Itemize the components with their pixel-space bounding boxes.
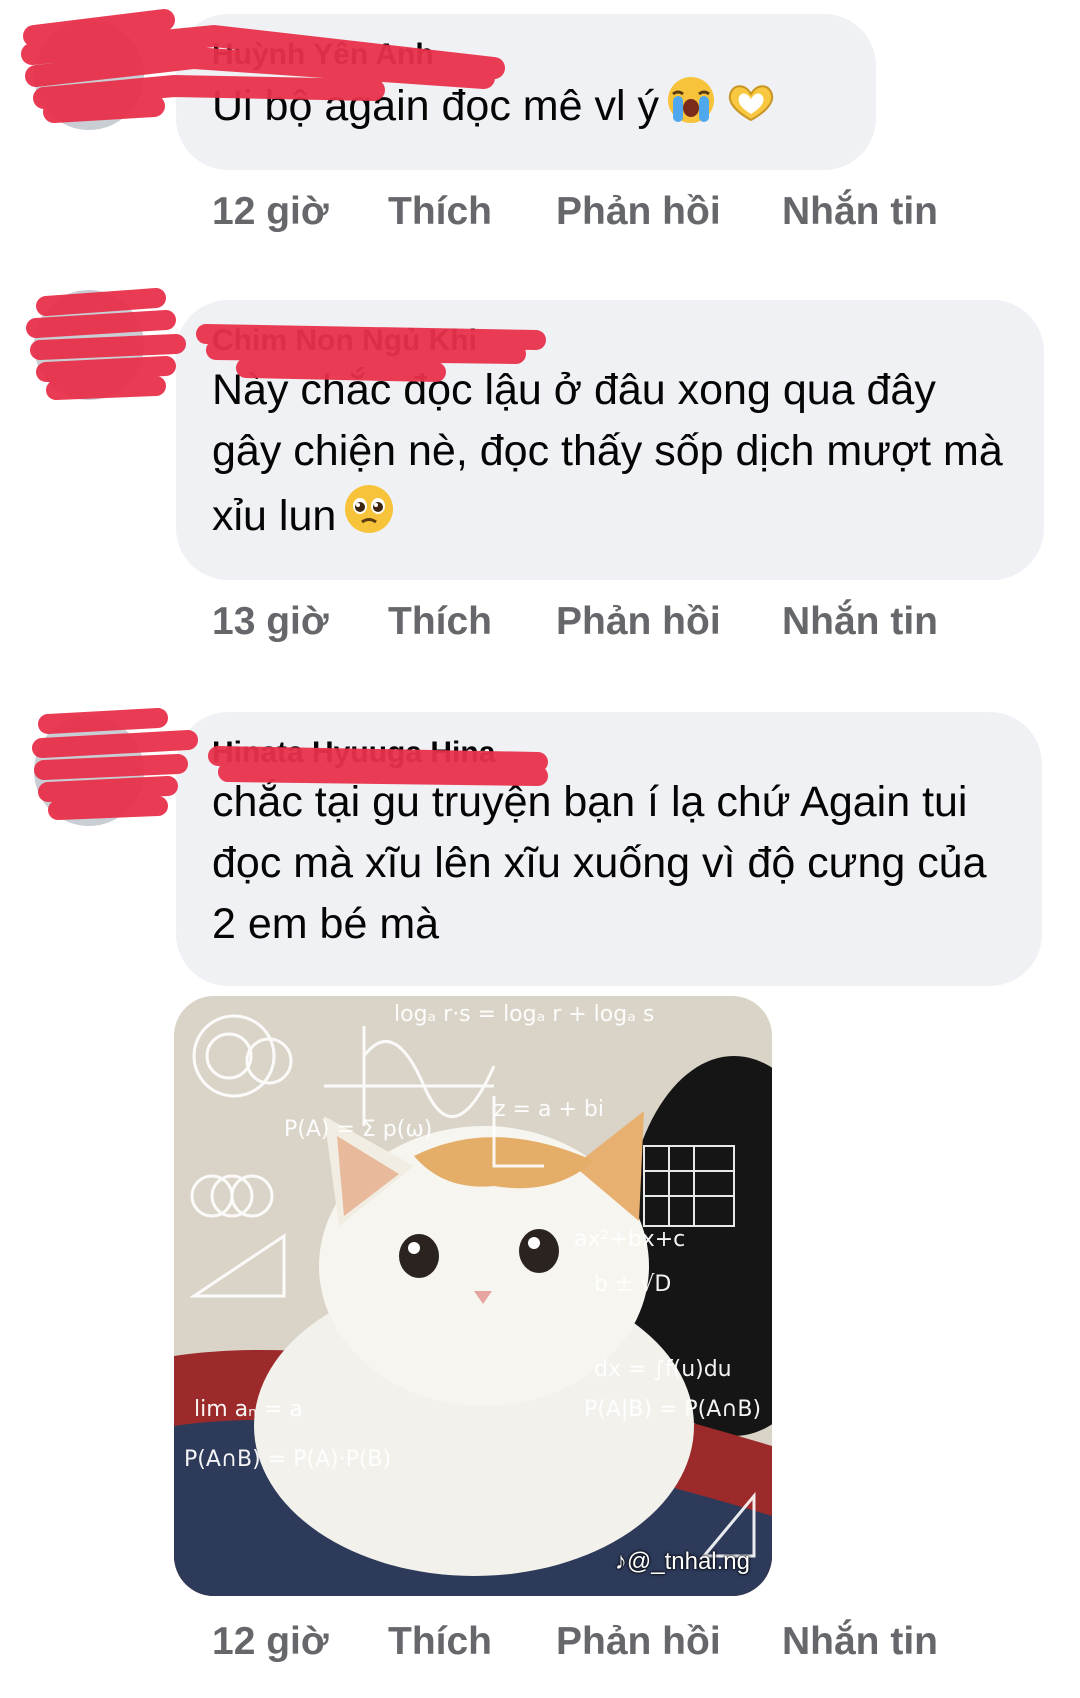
comment-author[interactable]: Hinata Hyuuga Hina xyxy=(212,734,1006,772)
message-button[interactable]: Nhắn tin xyxy=(782,190,938,234)
message-button[interactable]: Nhắn tin xyxy=(782,600,938,644)
svg-text:logₐ r·s = logₐ r + logₐ s: logₐ r·s = logₐ r + logₐ s xyxy=(394,1002,654,1027)
pleading-face-icon xyxy=(342,482,396,553)
comment-actions: 13 giờ Thích Phản hồi Nhắn tin xyxy=(212,600,938,644)
comment-timestamp[interactable]: 13 giờ xyxy=(212,600,388,644)
svg-text:z = a + bi: z = a + bi xyxy=(494,1097,604,1122)
comment-bubble[interactable]: Huỳnh Yên Anh Ui bộ again đọc mê vl ý xyxy=(176,14,876,170)
heart-hands-icon xyxy=(723,80,779,143)
comment-text-body: Ui bộ again đọc mê vl ý xyxy=(212,82,659,130)
svg-text:P(A) = Σ p(ω): P(A) = Σ p(ω) xyxy=(284,1117,432,1142)
comment-author[interactable]: Chim Non Ngủ Khi xyxy=(212,322,1008,360)
avatar[interactable] xyxy=(34,716,144,826)
comment-text: chắc tại gu truyện bạn í lạ chứ Again tu… xyxy=(212,778,987,948)
comment-author[interactable]: Huỳnh Yên Anh xyxy=(212,36,840,74)
image-credit: ♪@_tnhal.ng xyxy=(614,1548,750,1575)
reply-button[interactable]: Phản hồi xyxy=(556,1620,782,1664)
comment-timestamp[interactable]: 12 giờ xyxy=(212,1620,388,1664)
attached-image[interactable]: P(A) = Σ p(ω) z = a + bi dx = ∫f(u)du li… xyxy=(174,996,772,1596)
comment-text: Này chắc đọc lậu ở đâu xong qua đây gây … xyxy=(212,360,1008,553)
comment-actions: 12 giờ Thích Phản hồi Nhắn tin xyxy=(212,190,938,234)
confused-cat-math-meme: P(A) = Σ p(ω) z = a + bi dx = ∫f(u)du li… xyxy=(174,996,772,1596)
svg-text:ax²+bx+c: ax²+bx+c xyxy=(574,1227,685,1252)
like-button[interactable]: Thích xyxy=(388,1620,556,1664)
svg-text:P(A|B) = P(A∩B): P(A|B) = P(A∩B) xyxy=(584,1397,761,1422)
comment-text-body: Này chắc đọc lậu ở đâu xong qua đây gây … xyxy=(212,366,1003,540)
svg-text:lim aₙ = a: lim aₙ = a xyxy=(194,1397,303,1422)
comment-timestamp[interactable]: 12 giờ xyxy=(212,190,388,234)
avatar[interactable] xyxy=(34,290,144,400)
comment-actions: 12 giờ Thích Phản hồi Nhắn tin xyxy=(212,1620,938,1664)
loudly-crying-face-icon xyxy=(665,74,717,143)
svg-text:b ± √D: b ± √D xyxy=(594,1272,671,1297)
svg-text:P(A∩B) = P(A)·P(B): P(A∩B) = P(A)·P(B) xyxy=(184,1447,391,1472)
like-button[interactable]: Thích xyxy=(388,600,556,644)
like-button[interactable]: Thích xyxy=(388,190,556,234)
comment-thread: Huỳnh Yên Anh Ui bộ again đọc mê vl ý 12… xyxy=(0,0,1080,1698)
reply-button[interactable]: Phản hồi xyxy=(556,600,782,644)
avatar[interactable] xyxy=(34,20,144,130)
comment-bubble[interactable]: Hinata Hyuuga Hina chắc tại gu truyện bạ… xyxy=(176,712,1042,986)
comment-bubble[interactable]: Chim Non Ngủ Khi Này chắc đọc lậu ở đâu … xyxy=(176,300,1044,580)
svg-text:dx = ∫f(u)du: dx = ∫f(u)du xyxy=(594,1357,732,1382)
message-button[interactable]: Nhắn tin xyxy=(782,1620,938,1664)
comment-text: Ui bộ again đọc mê vl ý xyxy=(212,74,840,143)
reply-button[interactable]: Phản hồi xyxy=(556,190,782,234)
